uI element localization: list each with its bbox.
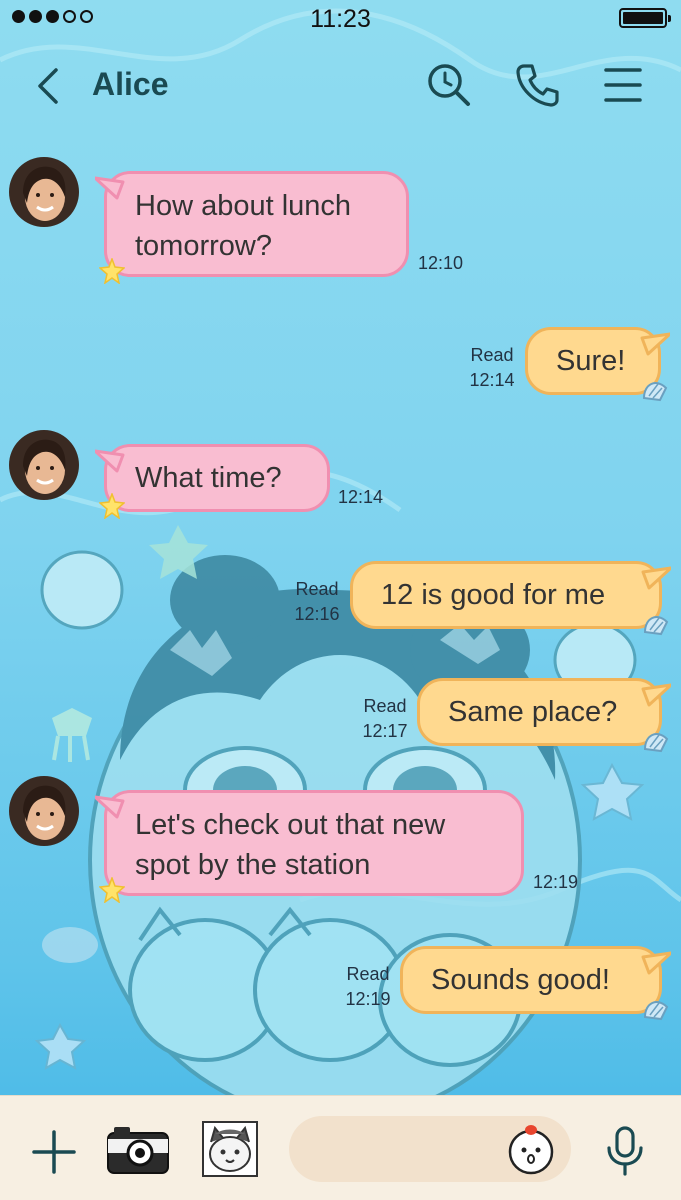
message-bubble-outgoing[interactable]: 12 is good for me — [350, 561, 671, 636]
shell-icon — [643, 733, 669, 753]
message-time: 12:16 — [294, 604, 340, 624]
menu-icon[interactable] — [598, 60, 648, 110]
microphone-icon[interactable] — [600, 1124, 650, 1178]
shell-icon — [643, 616, 669, 636]
plus-icon[interactable] — [28, 1126, 80, 1178]
status-time: 11:23 — [310, 5, 371, 33]
avatar[interactable] — [9, 430, 79, 500]
avatar[interactable] — [9, 776, 79, 846]
shell-icon — [643, 1001, 669, 1021]
shell-icon — [642, 382, 668, 402]
chat-header: Alice — [0, 50, 681, 120]
message-time: 12:10 — [418, 253, 464, 273]
camera-icon[interactable] — [104, 1123, 172, 1177]
message-input[interactable] — [313, 1130, 507, 1170]
message-text: Sure! — [556, 345, 626, 377]
message-time: 12:17 — [362, 721, 408, 741]
message-text: Same place? — [448, 696, 618, 728]
photo-thumbnail-icon[interactable] — [201, 1120, 259, 1178]
chat-title: Alice — [92, 66, 169, 102]
message-text: spot by the station — [135, 849, 371, 881]
sticker-icon[interactable] — [503, 1121, 559, 1177]
back-chevron-icon[interactable] — [30, 64, 70, 108]
read-receipt: Read 12:16 — [292, 577, 342, 627]
message-input-container — [289, 1116, 571, 1182]
read-receipt: Read 12:17 — [360, 694, 410, 744]
read-receipt: Read 12:19 — [343, 962, 393, 1012]
message-text: Let's check out that new — [135, 809, 446, 841]
input-bar — [0, 1095, 681, 1200]
message-time: 12:14 — [469, 370, 515, 390]
message-bubble-incoming[interactable]: How about lunch tomorrow? — [95, 171, 409, 284]
message-bubble-incoming[interactable]: What time? — [95, 444, 330, 519]
message-bubble-outgoing[interactable]: Sounds good! — [400, 946, 671, 1021]
avatar[interactable] — [9, 157, 79, 227]
message-bubble-incoming[interactable]: Let's check out that new spot by the sta… — [95, 790, 524, 903]
star-icon — [99, 493, 125, 519]
message-text: 12 is good for me — [381, 579, 606, 611]
message-bubble-outgoing[interactable]: Sure! — [525, 327, 670, 402]
chat-screen: 11:23 Alice How about lunch tomorrow? 12… — [0, 0, 681, 1200]
status-bar: 11:23 — [0, 0, 681, 40]
message-text: tomorrow? — [135, 230, 272, 262]
message-text: How about lunch — [135, 190, 352, 222]
star-icon — [99, 877, 125, 903]
phone-icon[interactable] — [512, 60, 562, 110]
search-history-icon[interactable] — [424, 60, 474, 110]
battery-icon — [619, 8, 671, 28]
read-receipt: Read 12:14 — [468, 343, 516, 393]
message-bubble-outgoing[interactable]: Same place? — [417, 678, 671, 753]
message-text: Sounds good! — [431, 964, 610, 996]
message-time: 12:14 — [338, 487, 384, 507]
message-text: What time? — [135, 462, 282, 494]
message-time: 12:19 — [533, 872, 579, 892]
star-icon — [99, 258, 125, 284]
message-time: 12:19 — [345, 989, 391, 1009]
